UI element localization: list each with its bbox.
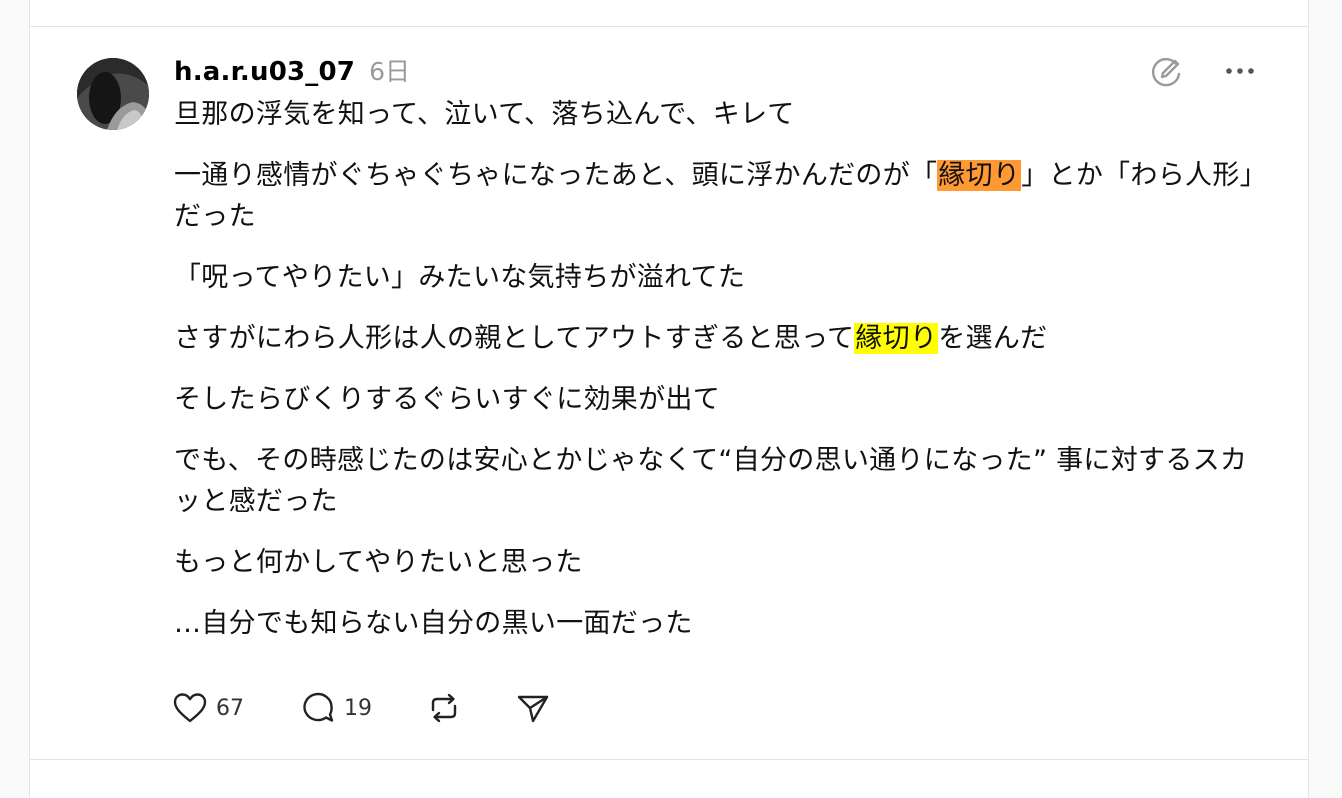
username[interactable]: h.a.r.u03_07 bbox=[174, 57, 355, 87]
comment-bubble-icon bbox=[303, 692, 334, 722]
paragraph-text: を選んだ bbox=[938, 323, 1048, 354]
post-paragraph-5: そしたらびくりするぐらいすぐに効果が出て bbox=[174, 384, 720, 415]
post-paragraph-3: 「呪ってやりたい」みたいな気持ちが溢れてた bbox=[174, 262, 746, 293]
paragraph-text: 一通り感情がぐちゃぐちゃになったあと、頭に浮かんだのが「 bbox=[174, 160, 938, 191]
repost-icon bbox=[431, 693, 457, 723]
edit-button[interactable] bbox=[1148, 54, 1186, 88]
reply-button[interactable]: 19 bbox=[300, 688, 372, 728]
more-dots-icon bbox=[1226, 68, 1254, 74]
share-button[interactable] bbox=[515, 688, 551, 728]
avatar[interactable] bbox=[77, 58, 149, 130]
post-header: h.a.r.u03_07 6日 bbox=[174, 52, 410, 88]
avatar-image bbox=[77, 58, 149, 130]
highlighted-keyword-yellow[interactable]: 縁切り bbox=[854, 323, 939, 354]
like-count: 67 bbox=[216, 695, 244, 721]
post-paragraph-7: もっと何かしてやりたいと思った bbox=[174, 547, 583, 578]
reply-count: 19 bbox=[344, 695, 372, 721]
post-paragraph-2: 一通り感情がぐちゃぐちゃになったあと、頭に浮かんだのが「縁切り」とか「わら人形」… bbox=[174, 155, 1264, 237]
heart-icon bbox=[173, 693, 207, 723]
post-paragraph-4: さすがにわら人形は人の親としてアウトすぎると思って縁切りを選んだ bbox=[174, 318, 1264, 359]
repost-button[interactable] bbox=[426, 688, 462, 728]
post-paragraph-6: でも、その時感じたのは安心とかじゃなくて“自分の思い通りになった” 事に対するス… bbox=[174, 445, 1248, 517]
post-paragraph-1: 旦那の浮気を知って、泣いて、落ち込んで、キレて bbox=[174, 99, 795, 130]
timestamp[interactable]: 6日 bbox=[369, 52, 410, 88]
bottom-divider bbox=[30, 759, 1308, 760]
post-body: 旦那の浮気を知って、泣いて、落ち込んで、キレて 一通り感情がぐちゃぐちゃになった… bbox=[174, 94, 1264, 664]
top-divider bbox=[30, 26, 1308, 27]
paragraph-text: さすがにわら人形は人の親としてアウトすぎると思って bbox=[174, 323, 855, 354]
like-button[interactable]: 67 bbox=[172, 688, 244, 728]
edit-pencil-circle-icon bbox=[1152, 58, 1181, 87]
post-card: h.a.r.u03_07 6日 旦那の浮気を知って、泣いて、落ち込んで、キレて … bbox=[29, 0, 1309, 798]
highlighted-keyword-orange[interactable]: 縁切り bbox=[937, 160, 1022, 191]
post-paragraph-8: …自分でも知らない自分の黒い一面だった bbox=[174, 608, 693, 639]
send-icon bbox=[517, 695, 549, 723]
more-options-button[interactable] bbox=[1222, 56, 1258, 86]
